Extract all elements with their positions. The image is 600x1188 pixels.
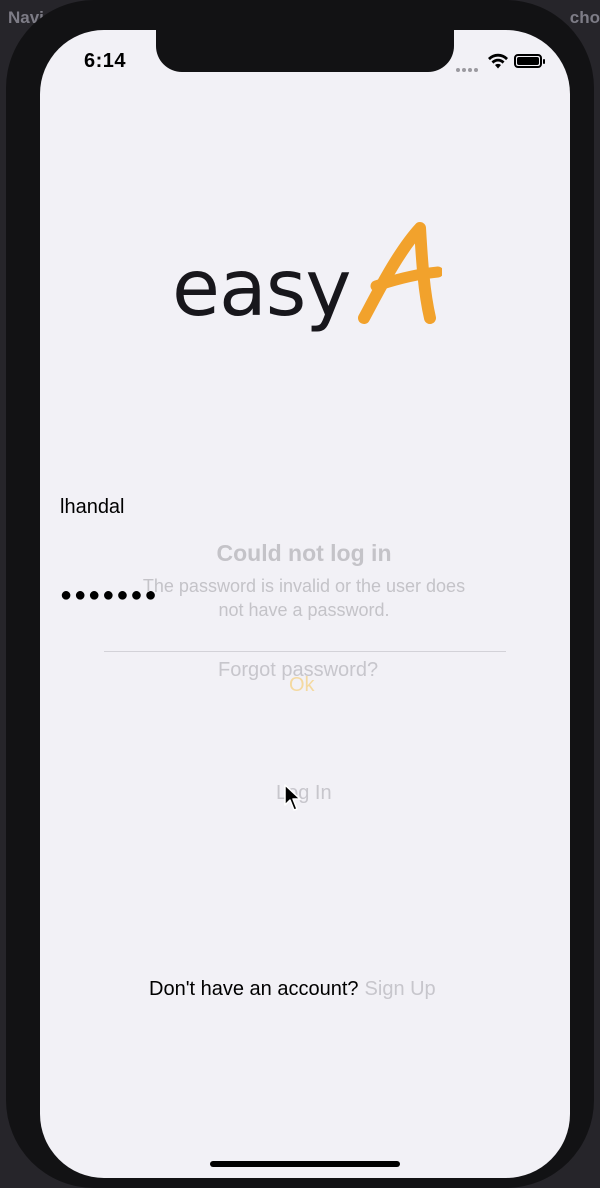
sign-up-link[interactable]: Sign Up bbox=[365, 978, 436, 1000]
wifi-icon bbox=[488, 53, 508, 69]
easya-logo: easy bbox=[172, 222, 442, 342]
battery-icon bbox=[514, 54, 545, 68]
logo-text: easy bbox=[172, 244, 352, 334]
background-app-title-right: cho bbox=[569, 8, 600, 27]
status-bar-time: 6:14 bbox=[84, 50, 127, 72]
username-field[interactable]: lhandal bbox=[60, 496, 125, 519]
home-indicator[interactable] bbox=[210, 1161, 400, 1167]
mouse-pointer-icon bbox=[284, 784, 301, 811]
alert-divider bbox=[104, 651, 506, 652]
device-notch bbox=[156, 30, 454, 72]
alert-title: Could not log in bbox=[216, 540, 392, 566]
no-account-text: Don't have an account? bbox=[149, 978, 359, 1000]
logo-letter-a bbox=[358, 222, 442, 324]
signup-prompt: Don't have an account? Sign Up bbox=[149, 978, 436, 1001]
alert-ok-button[interactable]: Ok bbox=[289, 674, 315, 697]
alert-message: The password is invalid or the user does… bbox=[142, 576, 466, 620]
cellular-signal-icon bbox=[456, 59, 482, 72]
status-bar-icons bbox=[456, 52, 552, 72]
